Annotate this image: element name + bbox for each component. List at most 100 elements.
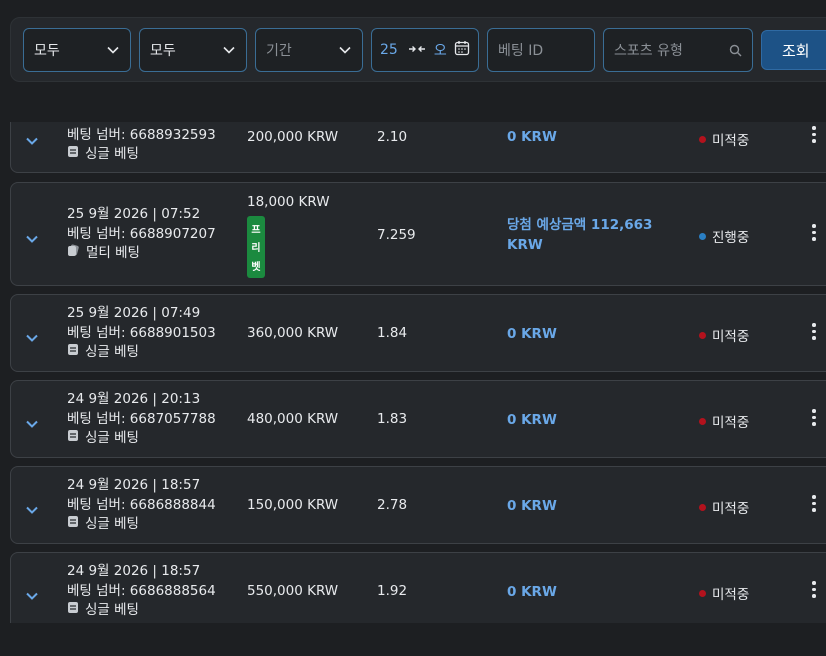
search-button[interactable]: 조회 [761, 30, 826, 70]
bet-odds: 1.92 [377, 583, 408, 599]
period-select-placeholder: 기간 [266, 43, 292, 59]
chevron-down-icon[interactable] [25, 131, 39, 145]
bet-card[interactable]: 베팅 넘버: 6688932593 싱글 베팅 200,000 KRW 2.10… [10, 122, 826, 173]
bet-amount: 550,000 KRW [247, 583, 339, 599]
bet-type-label: 멀티 베팅 [86, 245, 140, 261]
bet-winnings: 당첨 예상금액 112,663 KRW [507, 217, 653, 253]
bet-odds: 1.84 [377, 325, 408, 341]
status-select-value: 모두 [34, 43, 60, 59]
more-vertical-icon[interactable] [811, 581, 817, 598]
bet-type-label: 싱글 베팅 [85, 344, 139, 360]
bet-card[interactable]: 25 9월 2026 | 07:52 베팅 넘버: 6688907207 멀티 … [10, 182, 826, 286]
bet-number: 베팅 넘버: 6688932593 [67, 126, 216, 143]
bet-number: 베팅 넘버: 6686888844 [67, 496, 216, 513]
chevron-down-icon[interactable] [25, 586, 39, 600]
bet-meta: 25 9월 2026 | 07:49 베팅 넘버: 6688901503 싱글 … [67, 304, 216, 363]
status-dot [699, 503, 706, 511]
more-vertical-icon[interactable] [811, 495, 817, 512]
calendar-icon[interactable] [454, 40, 470, 60]
status-select[interactable]: 모두 [23, 28, 131, 72]
status-dot [699, 589, 706, 597]
bet-number: 베팅 넘버: 6687057788 [67, 410, 216, 427]
bet-amount: 18,000 KRW [247, 194, 330, 210]
bet-type-label: 싱글 베팅 [85, 602, 139, 618]
period-select[interactable]: 기간 [255, 28, 363, 72]
status-dot [699, 417, 706, 425]
bet-meta: 24 9월 2026 | 18:57 베팅 넘버: 6686888564 싱글 … [67, 562, 216, 621]
bet-status: 진행중 [699, 226, 749, 246]
bet-type-label: 싱글 베팅 [85, 430, 139, 446]
sport-type-input[interactable]: 스포츠 유형 [603, 28, 753, 72]
bet-number: 베팅 넘버: 6688907207 [67, 225, 216, 242]
footer-area [0, 623, 826, 656]
bet-type-label: 싱글 베팅 [85, 516, 139, 532]
chevron-down-icon [222, 43, 236, 57]
bet-status: 미적중 [699, 129, 749, 149]
search-button-label: 조회 [782, 41, 810, 60]
bet-amount: 480,000 KRW [247, 411, 339, 427]
bet-odds: 2.78 [377, 497, 408, 513]
date-from[interactable]: 25 [380, 42, 398, 58]
bet-meta: 24 9월 2026 | 18:57 베팅 넘버: 6686888844 싱글 … [67, 476, 216, 535]
bet-winnings: 0 KRW [507, 326, 557, 342]
single-bet-icon [67, 145, 79, 165]
multi-bet-icon [67, 244, 80, 264]
bet-type-select[interactable]: 모두 [139, 28, 247, 72]
bet-datetime: 24 9월 2026 | 18:57 [67, 563, 201, 579]
status-dot [699, 232, 706, 240]
bet-status: 미적중 [699, 583, 749, 603]
freebet-char: 벳 [251, 262, 261, 274]
more-vertical-icon[interactable] [811, 224, 817, 241]
status-label: 미적중 [712, 329, 750, 345]
bet-winnings: 0 KRW [507, 498, 557, 514]
bet-type: 싱글 베팅 [67, 601, 216, 621]
search-icon [728, 43, 742, 57]
bet-status: 미적중 [699, 497, 749, 517]
bet-meta: 25 9월 2026 | 07:52 베팅 넘버: 6688907207 멀티 … [67, 205, 216, 264]
bet-odds: 7.259 [377, 227, 416, 243]
chevron-down-icon [338, 43, 352, 57]
bet-number: 베팅 넘버: 6688901503 [67, 324, 216, 341]
bet-winnings: 0 KRW [507, 584, 557, 600]
chevron-down-icon[interactable] [25, 500, 39, 514]
bet-id-input[interactable]: 베팅 ID [487, 28, 595, 72]
chevron-down-icon[interactable] [25, 414, 39, 428]
single-bet-icon [67, 515, 79, 535]
freebet-badge: 프 리 벳 [247, 216, 265, 278]
bet-card[interactable]: 24 9월 2026 | 20:13 베팅 넘버: 6687057788 싱글 … [10, 380, 826, 458]
bet-datetime: 24 9월 2026 | 18:57 [67, 477, 201, 493]
chevron-down-icon[interactable] [25, 328, 39, 342]
bet-card[interactable]: 25 9월 2026 | 07:49 베팅 넘버: 6688901503 싱글 … [10, 294, 826, 372]
bet-number: 베팅 넘버: 6686888564 [67, 582, 216, 599]
bet-datetime: 24 9월 2026 | 20:13 [67, 391, 201, 407]
bet-type-label: 싱글 베팅 [85, 146, 139, 162]
single-bet-icon [67, 601, 79, 621]
chevron-down-icon [106, 43, 120, 57]
single-bet-icon [67, 343, 79, 363]
bet-odds: 1.83 [377, 411, 408, 427]
status-label: 미적중 [712, 415, 750, 431]
single-bet-icon [67, 429, 79, 449]
status-dot [699, 135, 706, 143]
date-to[interactable]: 오 [434, 40, 447, 60]
status-label: 진행중 [712, 230, 750, 246]
bet-card[interactable]: 24 9월 2026 | 18:57 베팅 넘버: 6686888564 싱글 … [10, 552, 826, 623]
bet-type: 싱글 베팅 [67, 343, 216, 363]
bet-type-select-value: 모두 [150, 43, 176, 59]
bet-type: 싱글 베팅 [67, 515, 216, 535]
bet-history-list[interactable]: 베팅 넘버: 6688932593 싱글 베팅 200,000 KRW 2.10… [0, 122, 826, 623]
bet-winnings: 0 KRW [507, 412, 557, 428]
bet-amount: 150,000 KRW [247, 497, 339, 513]
more-vertical-icon[interactable] [811, 323, 817, 340]
bet-card[interactable]: 24 9월 2026 | 18:57 베팅 넘버: 6686888844 싱글 … [10, 466, 826, 544]
more-vertical-icon[interactable] [811, 126, 817, 143]
bet-status: 미적중 [699, 325, 749, 345]
date-range-picker[interactable]: 25 오 [371, 28, 479, 72]
bet-odds: 2.10 [377, 129, 408, 145]
bet-amount: 200,000 KRW [247, 129, 339, 145]
sport-type-placeholder: 스포츠 유형 [614, 43, 683, 59]
bet-datetime: 25 9월 2026 | 07:49 [67, 305, 201, 321]
bet-datetime: 25 9월 2026 | 07:52 [67, 206, 201, 222]
more-vertical-icon[interactable] [811, 409, 817, 426]
chevron-down-icon[interactable] [25, 229, 39, 243]
